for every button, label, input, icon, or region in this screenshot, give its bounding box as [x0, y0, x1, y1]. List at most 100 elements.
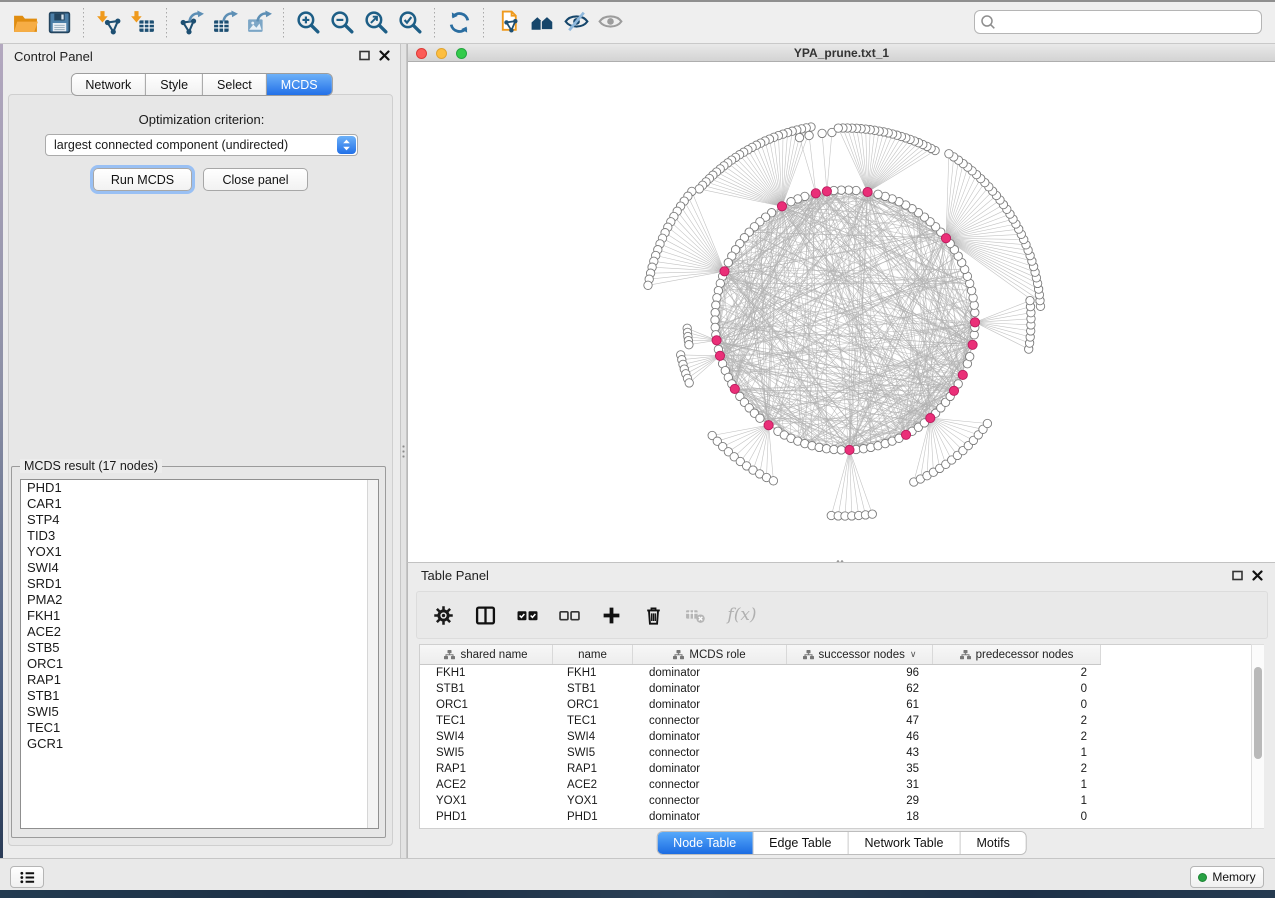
- zoom-selected-icon: [397, 9, 424, 36]
- zoom-out-button[interactable]: [325, 6, 359, 40]
- cell-predecessor-nodes: 0: [933, 683, 1101, 695]
- table-scrollbar-thumb[interactable]: [1254, 667, 1262, 759]
- split-panel-icon: [475, 605, 496, 626]
- table-row-YOX1[interactable]: YOX1YOX1connector291: [420, 793, 1263, 809]
- mcds-result-item[interactable]: TEC1: [21, 720, 378, 736]
- close-panel-icon[interactable]: [379, 50, 390, 61]
- cell-predecessor-nodes: 1: [933, 795, 1101, 807]
- network-window-titlebar: YPA_prune.txt_1: [408, 44, 1275, 62]
- select-all-button[interactable]: [515, 603, 539, 627]
- mcds-result-item[interactable]: ORC1: [21, 656, 378, 672]
- mcds-result-item[interactable]: STB1: [21, 688, 378, 704]
- tab-style[interactable]: Style: [146, 74, 203, 95]
- vertical-splitter[interactable]: [400, 44, 407, 858]
- export-image-button[interactable]: [242, 6, 276, 40]
- table-body: FKH1FKH1dominator962STB1STB1dominator620…: [420, 665, 1263, 825]
- network-canvas[interactable]: [408, 62, 1275, 562]
- tab-mcds[interactable]: MCDS: [267, 74, 332, 95]
- export-table-button[interactable]: [208, 6, 242, 40]
- float-table-panel-icon[interactable]: [1232, 570, 1243, 581]
- import-table-button[interactable]: [125, 6, 159, 40]
- column-label: predecessor nodes: [976, 649, 1074, 661]
- mcds-result-item[interactable]: STP4: [21, 512, 378, 528]
- column-header-predecessor-nodes[interactable]: predecessor nodes: [933, 645, 1101, 664]
- refresh-button[interactable]: [442, 6, 476, 40]
- column-header-name[interactable]: name: [553, 645, 633, 664]
- cell-shared-name: TEC1: [420, 715, 553, 727]
- mcds-result-item[interactable]: PHD1: [21, 480, 378, 496]
- mcds-result-item[interactable]: STB5: [21, 640, 378, 656]
- memory-button[interactable]: Memory: [1190, 866, 1264, 888]
- table-row-SWI4[interactable]: SWI4SWI4dominator462: [420, 729, 1263, 745]
- settings-icon: [433, 605, 454, 626]
- zoom-in-button[interactable]: [291, 6, 325, 40]
- zoom-selected-button[interactable]: [393, 6, 427, 40]
- close-panel-button[interactable]: Close panel: [203, 168, 308, 191]
- table-toolbar: f(x): [416, 591, 1268, 639]
- open-file-button[interactable]: [8, 6, 42, 40]
- column-header-successor-nodes[interactable]: successor nodes∨: [787, 645, 933, 664]
- deselect-all-button[interactable]: [557, 603, 581, 627]
- network-graph[interactable]: [408, 62, 1275, 562]
- tab-node-table[interactable]: Node Table: [657, 832, 753, 854]
- function-builder-button[interactable]: f(x): [725, 603, 759, 627]
- mcds-result-item[interactable]: GCR1: [21, 736, 378, 752]
- settings-button[interactable]: [431, 603, 455, 627]
- tab-select[interactable]: Select: [203, 74, 267, 95]
- tab-motifs[interactable]: Motifs: [960, 832, 1025, 854]
- mcds-list-scrollbar[interactable]: [367, 480, 378, 828]
- float-panel-icon[interactable]: [359, 50, 370, 61]
- cell-MCDS-role: dominator: [633, 763, 787, 775]
- mcds-result-item[interactable]: FKH1: [21, 608, 378, 624]
- clone-network-button[interactable]: [491, 6, 525, 40]
- tab-network[interactable]: Network: [71, 74, 146, 95]
- task-history-button[interactable]: [10, 866, 44, 888]
- table-row-STB1[interactable]: STB1STB1dominator620: [420, 681, 1263, 697]
- table-row-TEC1[interactable]: TEC1TEC1connector472: [420, 713, 1263, 729]
- table-row-ORC1[interactable]: ORC1ORC1dominator610: [420, 697, 1263, 713]
- run-mcds-button[interactable]: Run MCDS: [93, 168, 192, 191]
- table-row-ACE2[interactable]: ACE2ACE2connector311: [420, 777, 1263, 793]
- mcds-result-item[interactable]: PMA2: [21, 592, 378, 608]
- column-header-MCDS-role[interactable]: MCDS role: [633, 645, 787, 664]
- table-row-PHD1[interactable]: PHD1PHD1dominator180: [420, 809, 1263, 825]
- table-scrollbar[interactable]: [1251, 644, 1264, 829]
- cell-name: SWI4: [553, 731, 633, 743]
- clear-table-button[interactable]: [683, 603, 707, 627]
- network-overview-button[interactable]: [525, 6, 559, 40]
- mcds-result-item[interactable]: YOX1: [21, 544, 378, 560]
- control-panel: Control Panel NetworkStyleSelectMCDS Opt…: [3, 44, 400, 858]
- mcds-result-item[interactable]: TID3: [21, 528, 378, 544]
- zoom-fit-button[interactable]: [359, 6, 393, 40]
- mcds-result-item[interactable]: SWI4: [21, 560, 378, 576]
- split-panel-button[interactable]: [473, 603, 497, 627]
- optimization-criterion-select[interactable]: largest connected component (undirected): [45, 134, 358, 156]
- mcds-result-item[interactable]: CAR1: [21, 496, 378, 512]
- cell-successor-nodes: 35: [787, 763, 933, 775]
- clear-table-icon: [685, 605, 706, 626]
- delete-column-icon: [643, 605, 664, 626]
- tab-network-table[interactable]: Network Table: [849, 832, 961, 854]
- column-header-shared-name[interactable]: shared name: [420, 645, 553, 664]
- cell-successor-nodes: 62: [787, 683, 933, 695]
- table-row-RAP1[interactable]: RAP1RAP1dominator352: [420, 761, 1263, 777]
- cell-MCDS-role: dominator: [633, 683, 787, 695]
- tab-edge-table[interactable]: Edge Table: [753, 832, 848, 854]
- mcds-result-item[interactable]: RAP1: [21, 672, 378, 688]
- mcds-result-item[interactable]: ACE2: [21, 624, 378, 640]
- hide-details-button[interactable]: [559, 6, 593, 40]
- close-table-panel-icon[interactable]: [1252, 570, 1263, 581]
- table-row-FKH1[interactable]: FKH1FKH1dominator962: [420, 665, 1263, 681]
- add-column-button[interactable]: [599, 603, 623, 627]
- show-details-button[interactable]: [593, 6, 627, 40]
- search-input[interactable]: [974, 10, 1262, 34]
- export-network-button[interactable]: [174, 6, 208, 40]
- control-panel-title: Control Panel: [14, 49, 93, 64]
- import-network-button[interactable]: [91, 6, 125, 40]
- delete-column-button[interactable]: [641, 603, 665, 627]
- save-session-button[interactable]: [42, 6, 76, 40]
- cell-MCDS-role: dominator: [633, 699, 787, 711]
- mcds-result-item[interactable]: SWI5: [21, 704, 378, 720]
- mcds-result-item[interactable]: SRD1: [21, 576, 378, 592]
- table-row-SWI5[interactable]: SWI5SWI5connector431: [420, 745, 1263, 761]
